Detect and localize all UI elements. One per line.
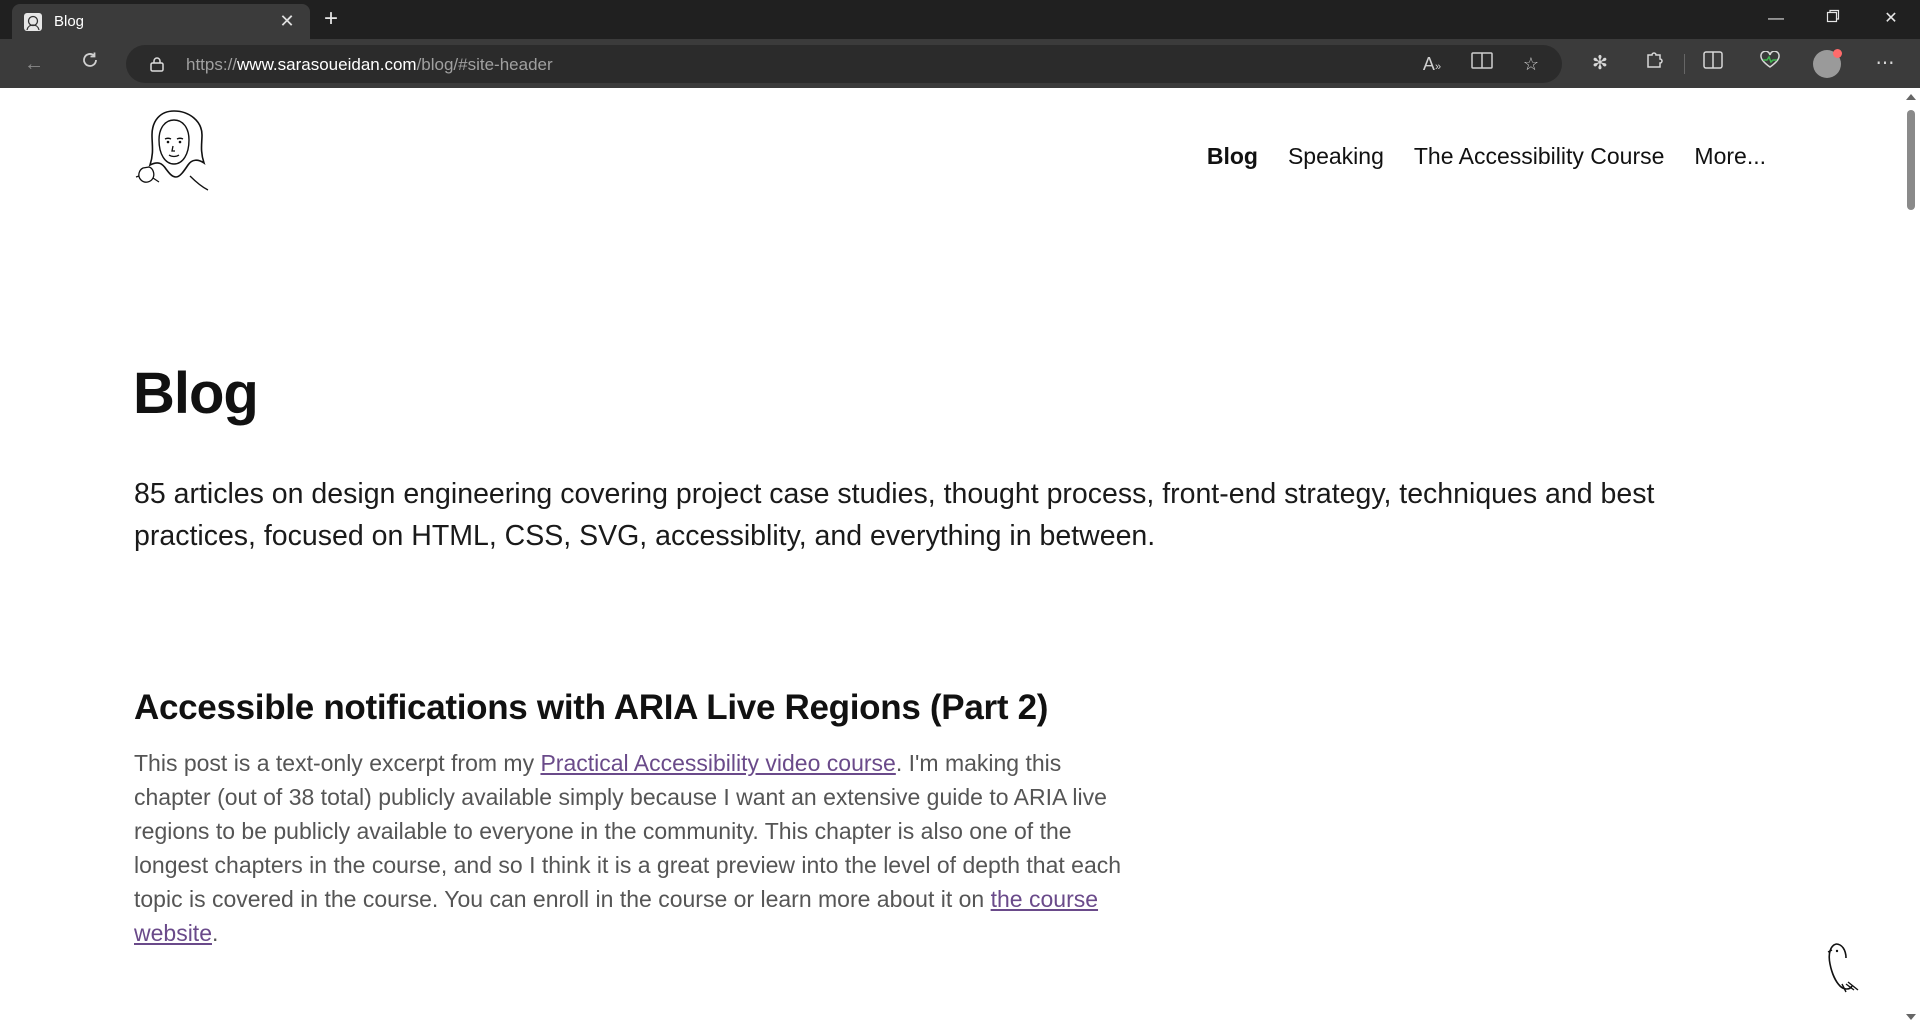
heartbeat-icon[interactable] (1755, 49, 1785, 79)
excerpt-text-start: This post is a text-only excerpt from my (134, 750, 541, 776)
nav-more[interactable]: More... (1694, 143, 1766, 170)
page-intro: 85 articles on design engineering coveri… (134, 478, 1655, 552)
browser-toolbar: ← https://www.sarasoueidan.com/blog/#sit… (0, 39, 1920, 88)
web-page: Blog Speaking The Accessibility Course M… (0, 88, 1902, 1030)
bird-scroll-to-top-icon[interactable] (1824, 940, 1864, 1000)
close-tab-icon[interactable]: ✕ (276, 10, 298, 32)
read-aloud-icon[interactable]: A» (1419, 51, 1445, 77)
nav-accessibility-course[interactable]: The Accessibility Course (1414, 143, 1665, 170)
lock-icon[interactable] (150, 56, 164, 72)
page-scrollbar[interactable] (1902, 88, 1920, 1030)
toolbar-separator (1684, 54, 1685, 74)
minimize-window-button[interactable]: — (1761, 5, 1791, 35)
url-scheme: https:// (186, 55, 238, 74)
site-nav: Blog Speaking The Accessibility Course M… (1207, 143, 1766, 170)
browser-tab-active[interactable]: Blog ✕ (12, 4, 310, 39)
scrollbar-thumb[interactable] (1907, 110, 1915, 210)
course-video-link[interactable]: Practical Accessibility video course (540, 750, 895, 776)
post-excerpt: This post is a text-only excerpt from my… (134, 746, 1124, 950)
nav-blog[interactable]: Blog (1207, 143, 1258, 170)
browser-titlebar: Blog ✕ + — ✕ (0, 0, 1920, 39)
url-host: www.sarasoueidan.com (237, 55, 417, 74)
face-favicon-icon (24, 13, 42, 31)
puzzle-icon[interactable] (1640, 49, 1670, 79)
new-tab-button[interactable]: + (318, 7, 344, 33)
tab-title: Blog (54, 13, 85, 30)
excerpt-text-end: . (211, 920, 219, 946)
copilot-icon[interactable]: ✻ (1585, 49, 1615, 79)
ellipsis-icon[interactable]: ⋯ (1870, 49, 1900, 79)
site-logo[interactable] (135, 106, 213, 196)
split-screen-icon[interactable] (1698, 49, 1728, 79)
immersive-reader-icon[interactable] (1469, 51, 1495, 77)
scroll-up-arrow-icon[interactable] (1906, 94, 1916, 100)
refresh-button[interactable] (74, 48, 106, 80)
back-button[interactable]: ← (18, 48, 50, 80)
address-bar[interactable]: https://www.sarasoueidan.com/blog/#site-… (126, 45, 1562, 83)
post-title-link[interactable]: Accessible notifications with ARIA Live … (134, 688, 1048, 728)
scroll-down-arrow-icon[interactable] (1906, 1014, 1916, 1020)
url-text[interactable]: https://www.sarasoueidan.com/blog/#site-… (186, 55, 553, 75)
profile-notification-badge (1833, 49, 1842, 58)
close-window-button[interactable]: ✕ (1876, 5, 1906, 35)
url-path: /blog/#site-header (416, 55, 553, 74)
page-title: Blog (133, 361, 259, 426)
nav-speaking[interactable]: Speaking (1288, 143, 1384, 170)
star-icon[interactable]: ☆ (1518, 51, 1544, 77)
restore-window-button[interactable] (1818, 5, 1848, 35)
